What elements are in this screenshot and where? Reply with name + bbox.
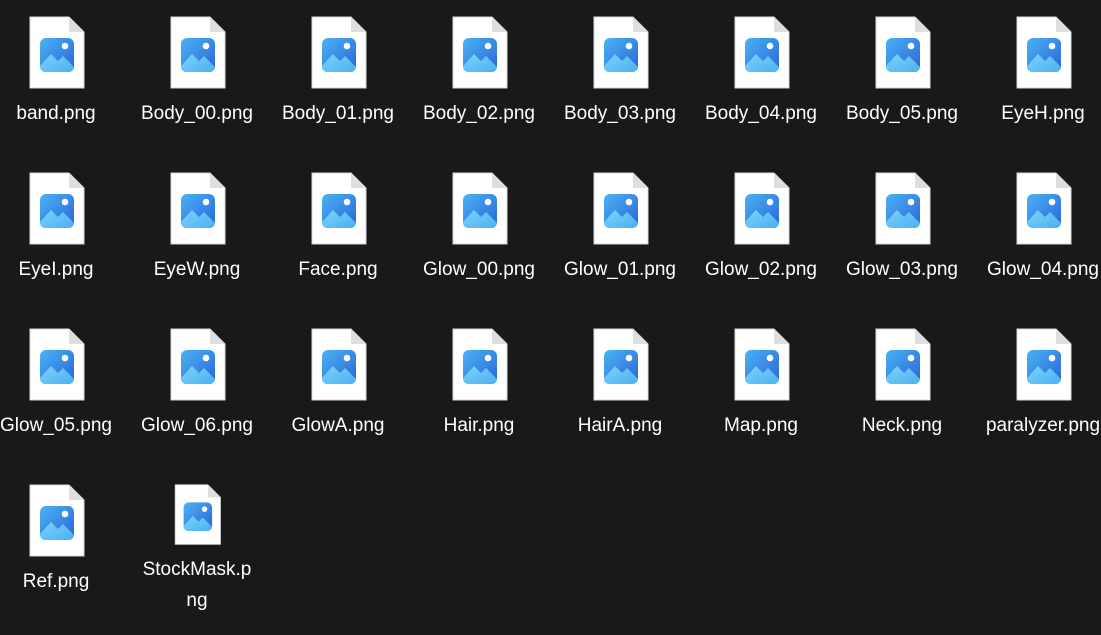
file-item[interactable]: Ref.png	[0, 468, 118, 616]
file-name-label: Face.png	[298, 259, 378, 280]
file-item[interactable]: GlowA.png	[276, 312, 400, 460]
file-name-label: band.png	[16, 103, 96, 124]
file-name-label: Body_03.png	[564, 103, 676, 124]
file-name-label: Glow_04.png	[987, 259, 1099, 280]
image-file-icon	[593, 328, 649, 401]
file-item[interactable]: Body_02.png	[417, 0, 541, 148]
file-item[interactable]: Face.png	[276, 156, 400, 304]
file-name-label: Hair.png	[443, 415, 515, 436]
file-item[interactable]: Neck.png	[840, 312, 964, 460]
file-name-label: Body_04.png	[705, 103, 817, 124]
image-file-icon	[452, 172, 508, 245]
file-name-label: Body_02.png	[423, 103, 535, 124]
image-file-icon	[311, 16, 367, 89]
image-file-icon	[29, 16, 85, 89]
image-file-icon	[170, 16, 226, 89]
file-item[interactable]: Glow_02.png	[699, 156, 823, 304]
file-name-label: Glow_06.png	[141, 415, 253, 436]
image-file-icon	[170, 328, 226, 401]
image-file-icon	[170, 172, 226, 245]
file-item[interactable]: Glow_06.png	[135, 312, 259, 460]
file-name-label: EyeW.png	[153, 259, 241, 280]
image-file-icon	[875, 328, 931, 401]
file-name-label: Glow_01.png	[564, 259, 676, 280]
file-item[interactable]: Glow_03.png	[840, 156, 964, 304]
file-item[interactable]: EyeI.png	[0, 156, 118, 304]
file-name-label: GlowA.png	[291, 415, 385, 436]
file-item[interactable]: Hair.png	[417, 312, 541, 460]
file-item[interactable]: EyeW.png	[135, 156, 259, 304]
image-file-icon	[1016, 328, 1072, 401]
image-file-icon	[311, 172, 367, 245]
file-item[interactable]: Body_05.png	[840, 0, 964, 148]
file-item[interactable]: Body_01.png	[276, 0, 400, 148]
image-file-icon	[1016, 16, 1072, 89]
file-item[interactable]: Glow_04.png	[981, 156, 1101, 304]
file-grid: band.png Body_00.png Body_01.png Body_02…	[0, 0, 1101, 635]
file-item[interactable]: Glow_00.png	[417, 156, 541, 304]
file-name-label: Glow_03.png	[846, 259, 958, 280]
file-name-label: Glow_02.png	[705, 259, 817, 280]
image-file-icon	[29, 484, 85, 557]
file-name-label: paralyzer.png	[985, 415, 1101, 436]
image-file-icon	[734, 328, 790, 401]
file-name-label: Body_01.png	[282, 103, 394, 124]
file-item[interactable]: EyeH.png	[981, 0, 1101, 148]
file-item[interactable]: Glow_05.png	[0, 312, 118, 460]
file-name-label: Neck.png	[861, 415, 943, 436]
file-name-label: EyeI.png	[18, 259, 94, 280]
file-name-label: EyeH.png	[1001, 103, 1085, 124]
image-file-icon	[174, 484, 221, 545]
file-item[interactable]: paralyzer.png	[981, 312, 1101, 460]
image-file-icon	[29, 172, 85, 245]
file-name-label: StockMask.png	[142, 559, 252, 611]
file-name-label: Glow_05.png	[0, 415, 112, 436]
file-name-label: Ref.png	[22, 571, 90, 592]
file-item[interactable]: Body_03.png	[558, 0, 682, 148]
file-item[interactable]: Glow_01.png	[558, 156, 682, 304]
image-file-icon	[875, 16, 931, 89]
image-file-icon	[1016, 172, 1072, 245]
image-file-icon	[452, 328, 508, 401]
file-item[interactable]: Body_04.png	[699, 0, 823, 148]
image-file-icon	[734, 16, 790, 89]
file-name-label: Body_00.png	[141, 103, 253, 124]
image-file-icon	[593, 16, 649, 89]
file-name-label: Map.png	[724, 415, 798, 436]
file-name-label: Glow_00.png	[423, 259, 535, 280]
image-file-icon	[311, 328, 367, 401]
file-name-label: HairA.png	[577, 415, 663, 436]
file-item[interactable]: Map.png	[699, 312, 823, 460]
file-item[interactable]: band.png	[0, 0, 118, 148]
file-item[interactable]: HairA.png	[558, 312, 682, 460]
image-file-icon	[875, 172, 931, 245]
image-file-icon	[29, 328, 85, 401]
file-name-label: Body_05.png	[846, 103, 958, 124]
image-file-icon	[593, 172, 649, 245]
image-file-icon	[734, 172, 790, 245]
file-item[interactable]: StockMask.png	[135, 468, 259, 616]
image-file-icon	[452, 16, 508, 89]
file-item[interactable]: Body_00.png	[135, 0, 259, 148]
